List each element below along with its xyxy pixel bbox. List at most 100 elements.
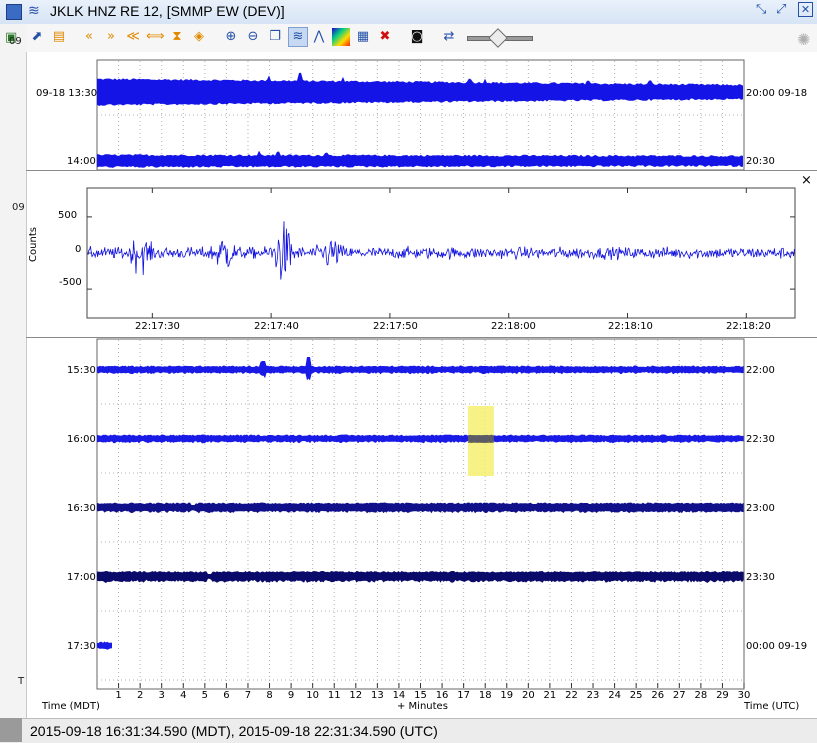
heli-minute-label: 5: [202, 690, 208, 701]
left-panel-strip: ▣ 09 09 T: [0, 24, 27, 718]
spectrogram-icon[interactable]: [332, 28, 350, 46]
heli-minute-label: 21: [544, 690, 557, 701]
heli-minute-label: 14: [393, 690, 406, 701]
heli-left-time: 16:00: [67, 434, 96, 445]
heli-minute-label: 17: [457, 690, 470, 701]
zoom-ytick: 500: [58, 210, 78, 221]
heli-xaxis-center: + Minutes: [397, 701, 448, 712]
zoom-xtick: 22:18:20: [726, 321, 771, 332]
spectrum-icon[interactable]: ⋀: [310, 28, 328, 46]
heli-minute-label: 19: [500, 690, 513, 701]
heli-minute-label: 9: [288, 690, 294, 701]
heli-left-time: 17:30: [67, 641, 96, 652]
overview-left-time: 09-18 13:30: [36, 88, 98, 99]
zoom-xtick: 22:17:50: [373, 321, 418, 332]
zoom-xtick: 22:18:00: [491, 321, 536, 332]
zoom-out-icon[interactable]: ⊖: [244, 28, 262, 46]
heli-left-time: 16:30: [67, 503, 96, 514]
title-bar: ≋ JKLK HNZ RE 12, [SMMP EW (DEV)] ⤡ ⤢ ✕: [0, 0, 817, 25]
close-red-icon[interactable]: ✖: [376, 28, 394, 46]
helicorder-panel: 1 2 3 4 5 6 7 8 9 10 11 12 13 14 15 16 17 18 19 20 21 22 23 24 2…: [26, 338, 817, 718]
restore-icon[interactable]: ⤡: [756, 2, 766, 17]
heli-xaxis-right: Time (UTC): [744, 701, 800, 712]
maximize-icon[interactable]: ⤢: [776, 2, 786, 17]
left-strip-label: 09: [12, 202, 25, 213]
heli-minute-label: 24: [608, 690, 621, 701]
overview-right-time: 20:30: [746, 156, 775, 167]
heli-minute-label: 8: [266, 690, 272, 701]
heli-trace: [97, 434, 744, 444]
heli-minute-label: 11: [328, 690, 341, 701]
settings-icon[interactable]: ⇄: [440, 28, 458, 46]
zoom-xtick: 22:17:40: [254, 321, 299, 332]
left-strip-label: 09: [9, 36, 22, 47]
heli-minute-label: 4: [180, 690, 186, 701]
overview-right-time: 20:00 09-18: [746, 88, 808, 99]
zoom-ylabel: Counts: [27, 227, 39, 262]
heli-minute-label: 23: [587, 690, 600, 701]
heli-right-time: 22:00: [746, 365, 775, 376]
overview-left-time: 14:00: [67, 156, 96, 167]
heli-minute-label: 22: [565, 690, 578, 701]
seismo-icon: ≋: [28, 3, 40, 19]
heli-minute-label: 3: [159, 690, 165, 701]
rewind-icon[interactable]: «: [80, 28, 98, 46]
heli-minute-label: 12: [349, 690, 362, 701]
heli-right-time: 00:00 09-19: [746, 641, 808, 652]
fast-back-icon[interactable]: ≪: [124, 28, 142, 46]
heli-minute-label: 15: [414, 690, 427, 701]
heli-highlight-trace: [467, 435, 494, 443]
heli-minute-label: 28: [694, 690, 707, 701]
app-icon: [6, 4, 22, 20]
heli-minute-label: 13: [371, 690, 384, 701]
hourglass-icon[interactable]: ⧗: [168, 28, 186, 46]
zoom-xtick: 22:17:30: [135, 321, 180, 332]
overview-panel: 09-18 13:30 14:00 20:00 09-18 20:30: [26, 52, 817, 170]
zoom-close-button[interactable]: ×: [801, 173, 812, 188]
copy-icon[interactable]: ❐: [266, 28, 284, 46]
heli-minute-label: 18: [479, 690, 492, 701]
heli-minute-label: 1: [115, 690, 121, 701]
heli-xaxis-left: Time (MDT): [42, 701, 100, 712]
heli-minute-label: 20: [522, 690, 535, 701]
heli-left-time: 15:30: [67, 365, 96, 376]
status-time: 2015-09-18 16:31:34.590 (MDT), 2015-09-1…: [30, 723, 438, 739]
zoom-plot[interactable]: [26, 171, 817, 337]
status-corner: [0, 718, 22, 742]
heli-minute-label: 29: [716, 690, 729, 701]
left-strip-label: T: [18, 676, 25, 687]
fast-forward-icon[interactable]: »: [102, 28, 120, 46]
zoom-in-icon[interactable]: ⊕: [222, 28, 240, 46]
heli-right-time: 23:30: [746, 572, 775, 583]
heli-minute-label: 2: [137, 690, 143, 701]
waveform-icon[interactable]: ≋: [288, 27, 308, 47]
heli-minute-label: 26: [651, 690, 664, 701]
heli-left-time: 17:00: [67, 572, 96, 583]
heli-minute-label: 6: [223, 690, 229, 701]
helicorder-plot[interactable]: 1 2 3 4 5 6 7 8 9 10 11 12 13 14 15 16 17 18 19 20 21 22 23 24 2…: [26, 338, 817, 718]
heli-minute-label: 7: [245, 690, 251, 701]
heli-minute-label: 30: [738, 690, 751, 701]
open-icon[interactable]: ⬈: [28, 28, 46, 46]
close-window-icon[interactable]: ✕: [798, 2, 813, 17]
heli-right-time: 22:30: [746, 434, 775, 445]
clipboard-icon[interactable]: ▦: [354, 28, 372, 46]
toolbar: ⬈ ▤ « » ≪ ⟺ ⧗ ◈ ⊕ ⊖ ❐ ≋ ⋀ ▦ ✖ ◙ ⇄: [26, 24, 817, 52]
save-icon[interactable]: ▤: [50, 28, 68, 46]
zoom-xtick: 22:18:10: [608, 321, 653, 332]
heli-minute-label: 16: [436, 690, 449, 701]
heli-right-time: 23:00: [746, 503, 775, 514]
zoom-ytick: -500: [59, 277, 82, 288]
overview-plot[interactable]: [26, 52, 817, 170]
busy-gear-icon: ✺: [797, 30, 811, 49]
center-icon[interactable]: ◈: [190, 28, 208, 46]
heli-minute-label: 25: [630, 690, 643, 701]
heli-minute-label: 27: [673, 690, 686, 701]
window-title: JKLK HNZ RE 12, [SMMP EW (DEV)]: [50, 3, 285, 19]
zoom-ytick: 0: [75, 244, 82, 255]
camera-icon[interactable]: ◙: [408, 28, 426, 46]
expand-icon[interactable]: ⟺: [146, 28, 165, 46]
zoom-panel: × Counts 500 0 -500 22:17:30 22:17:40 22…: [26, 171, 817, 337]
heli-minute-label: 10: [306, 690, 319, 701]
status-bar: 2015-09-18 16:31:34.590 (MDT), 2015-09-1…: [0, 718, 817, 743]
